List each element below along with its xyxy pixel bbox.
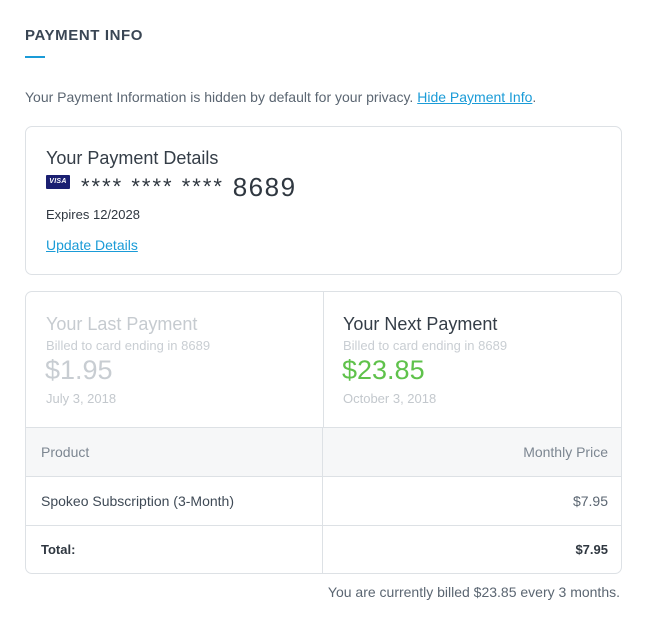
total-value: $7.95 — [575, 542, 608, 557]
visa-card-icon: VISA — [46, 175, 70, 189]
privacy-note: Your Payment Information is hidden by de… — [25, 89, 536, 105]
product-name: Spokeo Subscription (3-Month) — [26, 477, 323, 525]
privacy-note-text: Your Payment Information is hidden by de… — [25, 89, 414, 105]
card-number-mask: **** **** **** — [81, 174, 224, 199]
product-price: $7.95 — [572, 493, 608, 509]
update-details-link[interactable]: Update Details — [46, 237, 138, 253]
payments-summary-card: Your Last Payment Billed to card ending … — [25, 291, 622, 574]
total-label: Total: — [26, 526, 323, 573]
section-title-underline — [25, 56, 45, 58]
payment-details-card: Your Payment Details VISA **** **** ****… — [25, 126, 622, 275]
last-payment-subtitle: Billed to card ending in 8689 — [46, 338, 211, 353]
table-total-row: Total: $7.95 — [26, 525, 621, 573]
next-payment-title: Your Next Payment — [343, 314, 498, 334]
billing-frequency-note: You are currently billed $23.85 every 3 … — [327, 584, 620, 600]
table-header-row: Product Monthly Price — [26, 427, 621, 476]
privacy-note-suffix: . — [532, 89, 537, 105]
next-payment-amount: $23.85 — [342, 355, 425, 385]
table-row: Spokeo Subscription (3-Month) $7.95 — [26, 476, 621, 525]
next-payment-date: October 3, 2018 — [343, 391, 437, 406]
next-payment-subtitle: Billed to card ending in 8689 — [343, 338, 508, 353]
last-payment-title: Your Last Payment — [46, 314, 198, 334]
last-payment-date: July 3, 2018 — [46, 391, 117, 406]
last-payment-panel: Your Last Payment Billed to card ending … — [26, 292, 324, 427]
hide-payment-info-link[interactable]: Hide Payment Info — [417, 89, 532, 105]
payment-details-title: Your Payment Details — [46, 148, 219, 168]
next-payment-panel: Your Next Payment Billed to card ending … — [323, 292, 621, 427]
card-expiry: Expires 12/2028 — [46, 207, 140, 222]
column-header-monthly-price: Monthly Price — [523, 444, 608, 460]
card-last-four: 8689 — [232, 172, 297, 202]
last-payment-amount: $1.95 — [45, 355, 113, 385]
column-header-product: Product — [26, 428, 323, 476]
section-title: PAYMENT INFO — [25, 27, 144, 44]
masked-card-number: **** **** **** 8689 — [81, 172, 297, 203]
